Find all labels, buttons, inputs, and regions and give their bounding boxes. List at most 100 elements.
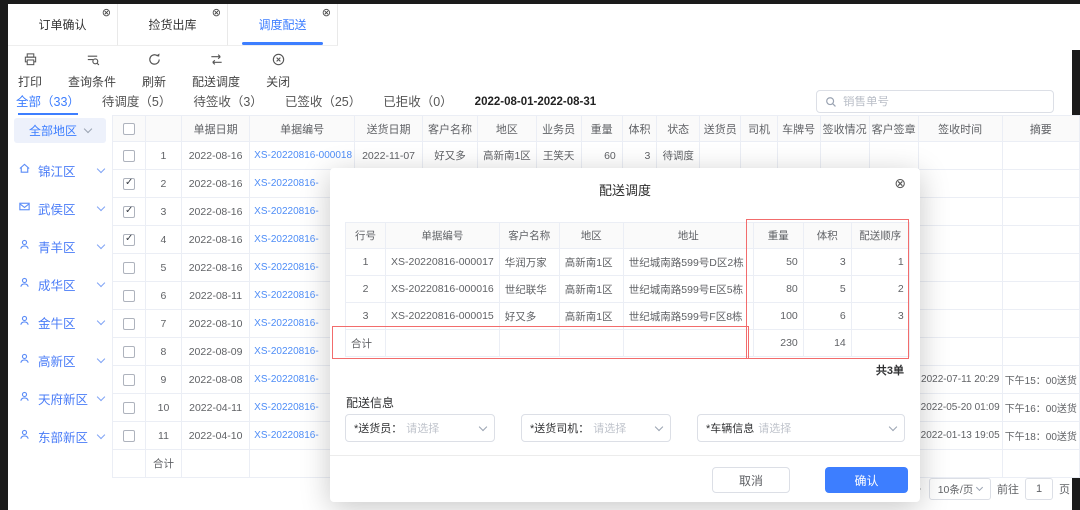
- cell-line-no: 1: [346, 249, 386, 276]
- select-driver[interactable]: *送货司机：请选择: [521, 414, 671, 442]
- row-checkbox[interactable]: [123, 430, 135, 442]
- confirm-button[interactable]: 确认: [825, 467, 908, 493]
- user-icon: [18, 314, 31, 330]
- chevron-down-icon: [655, 422, 663, 430]
- sidebar-item-label: 高新区: [38, 351, 91, 370]
- tab-close-icon[interactable]: ⊗: [212, 8, 221, 19]
- toolbar-button-printer[interactable]: 打印: [18, 52, 42, 90]
- modal-header-cell: 重量: [753, 223, 803, 249]
- cancel-button[interactable]: 取消: [712, 467, 790, 493]
- cell-note: [1002, 338, 1079, 366]
- status-filter-5[interactable]: 已拒收（0）: [383, 91, 452, 114]
- cell-index: 4: [145, 226, 181, 254]
- sidebar-item-region-6[interactable]: 高新区: [8, 341, 112, 379]
- row-checkbox[interactable]: [123, 374, 135, 386]
- modal-table-row: 2XS-20220816-000016世纪联华高新南1区世纪城南路599号E区5…: [346, 276, 910, 303]
- status-filter-2[interactable]: 待调度（5）: [102, 91, 171, 114]
- toolbar-button-filter-search[interactable]: 查询条件: [68, 52, 116, 90]
- chevron-down-icon: [97, 392, 105, 400]
- sidebar-item-region-2[interactable]: 武侯区: [8, 189, 112, 227]
- cell-index: 9: [145, 366, 181, 394]
- sidebar-item-region-7[interactable]: 天府新区: [8, 379, 112, 417]
- row-checkbox[interactable]: [123, 178, 135, 190]
- toolbar-button-close-circle[interactable]: 关闭: [266, 52, 290, 90]
- cell-address: 世纪城南路599号D区2栋: [623, 249, 753, 276]
- header-cell: [145, 116, 181, 142]
- row-checkbox[interactable]: [123, 318, 135, 330]
- chevron-down-icon: [976, 484, 983, 491]
- header-cell: 签收情况: [820, 116, 869, 142]
- select-all-checkbox[interactable]: [123, 123, 135, 135]
- sidebar-item-label: 东部新区: [38, 427, 91, 446]
- select-deliverer[interactable]: *送货员：请选择: [345, 414, 495, 442]
- tab-close-icon[interactable]: ⊗: [102, 8, 111, 19]
- status-filter-1[interactable]: 全部（33）: [16, 91, 80, 114]
- sidebar-item-region-8[interactable]: 东部新区: [8, 417, 112, 455]
- cell-dispatch-order: 3: [851, 303, 909, 330]
- tab-1[interactable]: 订单确认⊗: [8, 4, 118, 46]
- select-label: *车辆信息: [706, 420, 754, 436]
- header-cell: 重量: [581, 116, 622, 142]
- row-checkbox[interactable]: [123, 346, 135, 358]
- row-checkbox-cell: [113, 170, 146, 198]
- toolbar-button-dispatch[interactable]: 配送调度: [192, 52, 240, 90]
- row-checkbox[interactable]: [123, 150, 135, 162]
- cell-doc_date: 2022-08-16: [182, 254, 250, 282]
- cell-address: 世纪城南路599号F区8栋: [623, 303, 753, 330]
- tab-close-icon[interactable]: ⊗: [322, 8, 331, 19]
- toolbar-button-refresh[interactable]: 刷新: [142, 52, 166, 90]
- cell-customer: 好又多: [423, 142, 478, 170]
- toolbar-button-label: 配送调度: [192, 73, 240, 90]
- region-sidebar: 全部地区 锦江区武侯区青羊区成华区金牛区高新区天府新区东部新区: [8, 116, 112, 455]
- cell-area: 高新南1区: [559, 276, 623, 303]
- user-icon: [18, 276, 31, 292]
- sidebar-item-region-4[interactable]: 成华区: [8, 265, 112, 303]
- search-box[interactable]: [816, 90, 1054, 113]
- select-placeholder: 请选择: [406, 420, 476, 436]
- select-vehicle[interactable]: *车辆信息请选择: [697, 414, 905, 442]
- row-checkbox[interactable]: [123, 206, 135, 218]
- modal-total-empty: [851, 330, 909, 357]
- cell-doc_no[interactable]: XS-20220816-000018: [250, 142, 355, 170]
- page-size-select[interactable]: 10条/页: [929, 478, 991, 500]
- sidebar-item-region-5[interactable]: 金牛区: [8, 303, 112, 341]
- region-list: 锦江区武侯区青羊区成华区金牛区高新区天府新区东部新区: [8, 151, 112, 455]
- modal-header-cell: 行号: [346, 223, 386, 249]
- cell-doc_date: 2022-08-09: [182, 338, 250, 366]
- tab-label: 调度配送: [258, 16, 306, 33]
- row-checkbox[interactable]: [123, 234, 135, 246]
- sidebar-item-label: 锦江区: [38, 161, 91, 180]
- row-checkbox-cell: [113, 254, 146, 282]
- cell-customer: 华润万家: [499, 249, 559, 276]
- sidebar-item-region-3[interactable]: 青羊区: [8, 227, 112, 265]
- sidebar-item-region-1[interactable]: 锦江区: [8, 151, 112, 189]
- row-checkbox-cell: [113, 366, 146, 394]
- modal-total-weight: 230: [753, 330, 803, 357]
- tab-2[interactable]: 捡货出库⊗: [118, 4, 228, 46]
- sidebar-item-label: 武侯区: [38, 199, 91, 218]
- header-cell: 地区: [477, 116, 536, 142]
- cell-index: 11: [145, 422, 181, 450]
- tab-3[interactable]: 调度配送 ⊗: [228, 4, 338, 46]
- row-checkbox-cell: [113, 282, 146, 310]
- cell-volume: 5: [803, 276, 851, 303]
- row-checkbox[interactable]: [123, 290, 135, 302]
- date-range-label: 2022-08-01-2022-08-31: [475, 96, 596, 108]
- all-region-dropdown[interactable]: 全部地区: [14, 118, 106, 143]
- status-filter-3[interactable]: 待签收（3）: [193, 91, 262, 114]
- header-cell: 客户名称: [423, 116, 478, 142]
- cell-doc_date: 2022-08-11: [182, 282, 250, 310]
- cell-dispatch-order: 2: [851, 276, 909, 303]
- row-checkbox-cell: [113, 422, 146, 450]
- toolbar-button-label: 刷新: [142, 73, 166, 90]
- status-filter-4[interactable]: 已签收（25）: [285, 91, 361, 114]
- search-input[interactable]: [843, 96, 1045, 108]
- row-checkbox[interactable]: [123, 262, 135, 274]
- modal-total-label: 合计: [346, 330, 386, 357]
- modal-close-icon[interactable]: ⊗: [894, 176, 906, 190]
- cell-driver: [741, 142, 777, 170]
- row-checkbox[interactable]: [123, 402, 135, 414]
- delivery-info-label: 配送信息: [346, 394, 394, 411]
- page-number-input[interactable]: [1025, 478, 1053, 500]
- chevron-down-icon: [97, 278, 105, 286]
